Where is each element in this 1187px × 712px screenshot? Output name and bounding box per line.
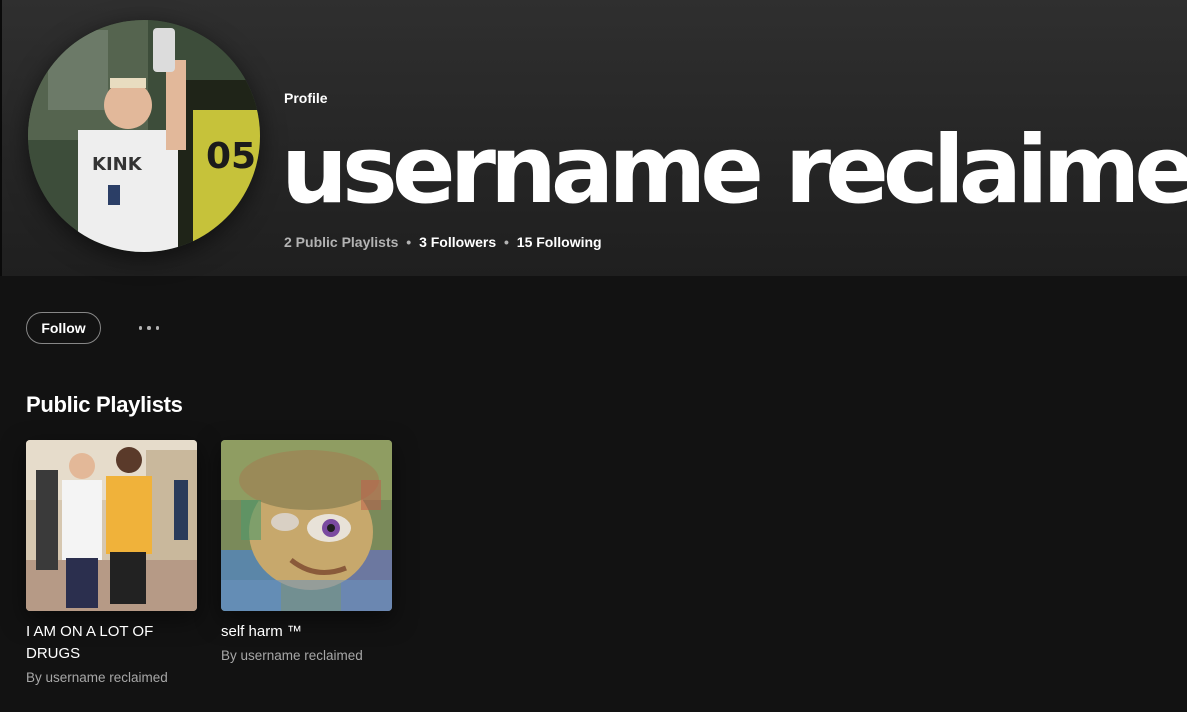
profile-type-label: Profile: [284, 90, 328, 106]
more-dots-icon: [138, 326, 143, 330]
playlist-owner: By username reclaimed: [221, 648, 363, 663]
svg-text:KINK: KINK: [92, 154, 143, 175]
profile-header: 05 KINK Profile username reclaimed 2 Pub…: [0, 0, 1187, 276]
more-dots-icon: [155, 326, 160, 330]
profile-avatar[interactable]: 05 KINK: [28, 20, 260, 252]
playlist-title[interactable]: I AM ON A LOT OF DRUGS: [26, 621, 186, 665]
public-playlists-heading[interactable]: Public Playlists: [26, 392, 183, 418]
playlist-cover: [26, 440, 197, 611]
playlist-cover-mosaic: [221, 440, 392, 611]
profile-page: 05 KINK Profile username reclaimed 2 Pub…: [0, 0, 1187, 712]
stats-separator: •: [406, 234, 412, 250]
profile-stats: 2 Public Playlists • 3 Followers • 15 Fo…: [284, 234, 602, 250]
svg-text:05: 05: [206, 136, 256, 177]
playlist-cover: [221, 440, 392, 611]
playlist-card[interactable]: self harm ™ By username reclaimed: [221, 440, 393, 666]
stats-separator: •: [504, 234, 509, 250]
follow-button[interactable]: Follow: [26, 312, 101, 344]
followers-count[interactable]: 3 Followers: [419, 234, 496, 250]
header-meta: Profile: [284, 90, 328, 106]
more-options-button[interactable]: [128, 314, 170, 342]
avatar-photo: 05 KINK: [28, 20, 260, 252]
playlist-card[interactable]: I AM ON A LOT OF DRUGS By username recla…: [26, 440, 198, 688]
playlist-owner: By username reclaimed: [26, 670, 168, 685]
playlist-title[interactable]: self harm ™: [221, 621, 381, 643]
following-count[interactable]: 15 Following: [517, 234, 602, 250]
public-playlists-count[interactable]: 2 Public Playlists: [284, 234, 398, 250]
profile-display-name: username reclaimed: [281, 116, 1187, 225]
more-dots-icon: [147, 326, 151, 330]
playlist-cover-photo: [26, 440, 197, 611]
